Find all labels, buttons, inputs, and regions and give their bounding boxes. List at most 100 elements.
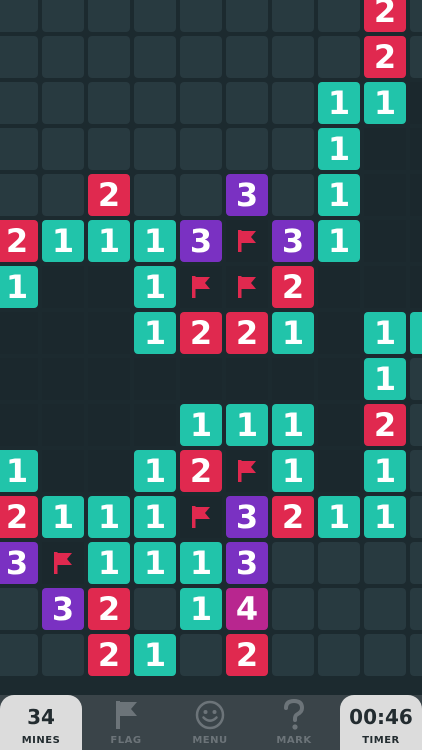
grid-cell-r4-c1[interactable] xyxy=(42,174,84,216)
grid-cell-r14-c8[interactable] xyxy=(364,634,406,676)
grid-cell-r3-c3[interactable] xyxy=(134,128,176,170)
grid-cell-r1-c2[interactable] xyxy=(88,36,130,78)
grid-cell-r11-c5[interactable]: 3 xyxy=(226,496,268,538)
grid-cell-r1-c0[interactable] xyxy=(0,36,38,78)
grid-cell-r13-c8[interactable] xyxy=(364,588,406,630)
grid-cell-r7-c8[interactable]: 1 xyxy=(364,312,406,354)
grid-cell-r4-c4[interactable] xyxy=(180,174,222,216)
grid-cell-r6-c3[interactable]: 1 xyxy=(134,266,176,308)
grid-cell-r2-c5[interactable] xyxy=(226,82,268,124)
grid-cell-r10-c9[interactable] xyxy=(410,450,422,492)
grid-cell-r11-c3[interactable]: 1 xyxy=(134,496,176,538)
grid-cell-r5-c7[interactable]: 1 xyxy=(318,220,360,262)
grid-cell-r14-c3[interactable]: 1 xyxy=(134,634,176,676)
grid-cell-r5-c1[interactable]: 1 xyxy=(42,220,84,262)
grid-cell-r5-c2[interactable]: 1 xyxy=(88,220,130,262)
grid-cell-r12-c9[interactable] xyxy=(410,542,422,584)
grid-cell-r0-c6[interactable] xyxy=(272,0,314,32)
grid-cell-r14-c9[interactable] xyxy=(410,634,422,676)
grid-cell-r4-c0[interactable] xyxy=(0,174,38,216)
grid-cell-r13-c6[interactable] xyxy=(272,588,314,630)
grid-cell-r14-c2[interactable]: 2 xyxy=(88,634,130,676)
grid-cell-r12-c3[interactable]: 1 xyxy=(134,542,176,584)
grid-cell-r8-c8[interactable]: 1 xyxy=(364,358,406,400)
grid-cell-r10-c0[interactable]: 1 xyxy=(0,450,38,492)
grid-cell-r7-c9[interactable]: 1 xyxy=(410,312,422,354)
grid-cell-r14-c7[interactable] xyxy=(318,634,360,676)
grid-cell-r4-c6[interactable] xyxy=(272,174,314,216)
grid-cell-r10-c3[interactable]: 1 xyxy=(134,450,176,492)
grid-cell-r1-c9[interactable] xyxy=(410,36,422,78)
grid-cell-r2-c7[interactable]: 1 xyxy=(318,82,360,124)
grid-cell-r12-c6[interactable] xyxy=(272,542,314,584)
grid-cell-r1-c4[interactable] xyxy=(180,36,222,78)
grid-cell-r6-c6[interactable]: 2 xyxy=(272,266,314,308)
grid-cell-r5-c6[interactable]: 3 xyxy=(272,220,314,262)
grid-cell-r11-c7[interactable]: 1 xyxy=(318,496,360,538)
grid-cell-r12-c1[interactable] xyxy=(42,542,84,584)
grid-cell-r1-c3[interactable] xyxy=(134,36,176,78)
grid-cell-r9-c8[interactable]: 2 xyxy=(364,404,406,446)
grid-cell-r3-c1[interactable] xyxy=(42,128,84,170)
grid-cell-r10-c6[interactable]: 1 xyxy=(272,450,314,492)
grid-cell-r3-c0[interactable] xyxy=(0,128,38,170)
grid-cell-r0-c8[interactable]: 2 xyxy=(364,0,406,32)
grid-cell-r5-c3[interactable]: 1 xyxy=(134,220,176,262)
grid-cell-r12-c5[interactable]: 3 xyxy=(226,542,268,584)
grid-cell-r7-c3[interactable]: 1 xyxy=(134,312,176,354)
grid-cell-r13-c7[interactable] xyxy=(318,588,360,630)
grid-cell-r11-c4[interactable] xyxy=(180,496,222,538)
grid-cell-r0-c1[interactable] xyxy=(42,0,84,32)
grid-cell-r10-c4[interactable]: 2 xyxy=(180,450,222,492)
grid-cell-r13-c3[interactable] xyxy=(134,588,176,630)
grid-cell-r14-c1[interactable] xyxy=(42,634,84,676)
grid-cell-r10-c8[interactable]: 1 xyxy=(364,450,406,492)
grid-cell-r5-c4[interactable]: 3 xyxy=(180,220,222,262)
grid-cell-r12-c0[interactable]: 3 xyxy=(0,542,38,584)
grid-cell-r14-c4[interactable] xyxy=(180,634,222,676)
grid-cell-r11-c6[interactable]: 2 xyxy=(272,496,314,538)
grid-cell-r11-c2[interactable]: 1 xyxy=(88,496,130,538)
grid-cell-r13-c5[interactable]: 4 xyxy=(226,588,268,630)
grid-cell-r2-c8[interactable]: 1 xyxy=(364,82,406,124)
grid-cell-r13-c1[interactable]: 3 xyxy=(42,588,84,630)
grid-cell-r13-c2[interactable]: 2 xyxy=(88,588,130,630)
grid-cell-r7-c4[interactable]: 2 xyxy=(180,312,222,354)
grid-cell-r6-c0[interactable]: 1 xyxy=(0,266,38,308)
grid-cell-r12-c2[interactable]: 1 xyxy=(88,542,130,584)
grid-cell-r0-c2[interactable] xyxy=(88,0,130,32)
grid-cell-r9-c9[interactable] xyxy=(410,404,422,446)
grid-cell-r4-c5[interactable]: 3 xyxy=(226,174,268,216)
grid-cell-r8-c9[interactable] xyxy=(410,358,422,400)
grid-cell-r4-c2[interactable]: 2 xyxy=(88,174,130,216)
grid-cell-r0-c4[interactable] xyxy=(180,0,222,32)
grid-cell-r1-c8[interactable]: 2 xyxy=(364,36,406,78)
grid-cell-r9-c4[interactable]: 1 xyxy=(180,404,222,446)
grid-cell-r3-c2[interactable] xyxy=(88,128,130,170)
grid-cell-r1-c6[interactable] xyxy=(272,36,314,78)
grid-cell-r0-c9[interactable] xyxy=(410,0,422,32)
grid-cell-r3-c6[interactable] xyxy=(272,128,314,170)
grid-cell-r2-c3[interactable] xyxy=(134,82,176,124)
grid-cell-r2-c6[interactable] xyxy=(272,82,314,124)
grid-cell-r7-c6[interactable]: 1 xyxy=(272,312,314,354)
grid-cell-r11-c9[interactable] xyxy=(410,496,422,538)
grid-cell-r11-c1[interactable]: 1 xyxy=(42,496,84,538)
grid-cell-r5-c5[interactable] xyxy=(226,220,268,262)
grid-cell-r13-c9[interactable] xyxy=(410,588,422,630)
grid-cell-r13-c4[interactable]: 1 xyxy=(180,588,222,630)
grid-cell-r1-c5[interactable] xyxy=(226,36,268,78)
grid-cell-r3-c4[interactable] xyxy=(180,128,222,170)
grid-cell-r3-c7[interactable]: 1 xyxy=(318,128,360,170)
grid-cell-r12-c8[interactable] xyxy=(364,542,406,584)
grid-cell-r2-c2[interactable] xyxy=(88,82,130,124)
grid-cell-r14-c5[interactable]: 2 xyxy=(226,634,268,676)
grid-cell-r12-c4[interactable]: 1 xyxy=(180,542,222,584)
grid-cell-r13-c0[interactable] xyxy=(0,588,38,630)
grid-cell-r2-c0[interactable] xyxy=(0,82,38,124)
grid-cell-r2-c1[interactable] xyxy=(42,82,84,124)
grid-cell-r4-c3[interactable] xyxy=(134,174,176,216)
grid-cell-r2-c4[interactable] xyxy=(180,82,222,124)
grid-cell-r1-c7[interactable] xyxy=(318,36,360,78)
grid-cell-r4-c7[interactable]: 1 xyxy=(318,174,360,216)
